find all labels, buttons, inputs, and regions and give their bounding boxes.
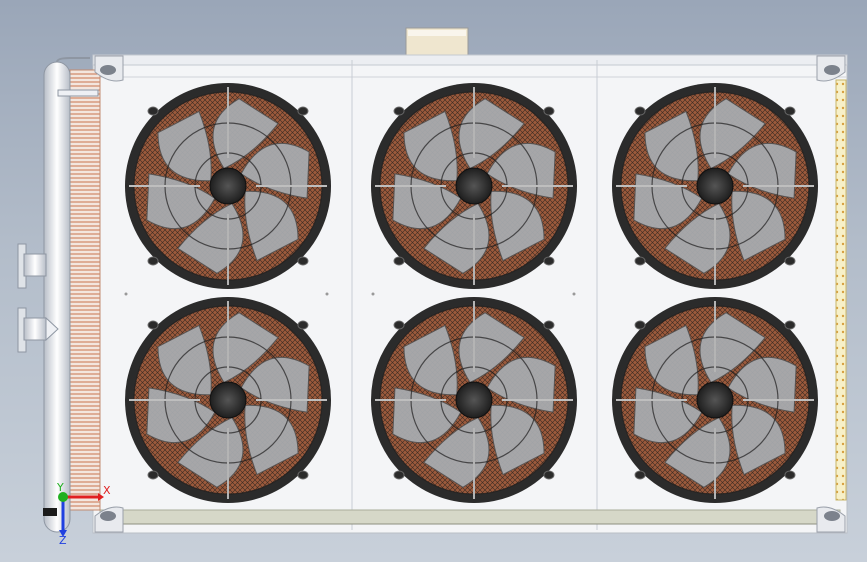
header-pipe[interactable] xyxy=(43,61,71,533)
fan-icon[interactable] xyxy=(371,297,577,503)
axis-x-label: X xyxy=(103,484,111,497)
cad-viewport[interactable]: X Y Z xyxy=(0,0,867,562)
fan-icon[interactable] xyxy=(612,83,818,289)
pipe-icon[interactable] xyxy=(17,243,47,289)
coil-fins-left xyxy=(69,69,101,511)
axis-y-label: Y xyxy=(56,481,64,494)
fan-icon[interactable] xyxy=(125,297,331,503)
fan-icon[interactable] xyxy=(125,83,331,289)
fan-icon[interactable] xyxy=(371,83,577,289)
fan-icon[interactable] xyxy=(612,297,818,503)
axis-z-label: Z xyxy=(59,534,67,547)
base-rail xyxy=(99,509,841,525)
coil-fins-right xyxy=(835,79,847,501)
